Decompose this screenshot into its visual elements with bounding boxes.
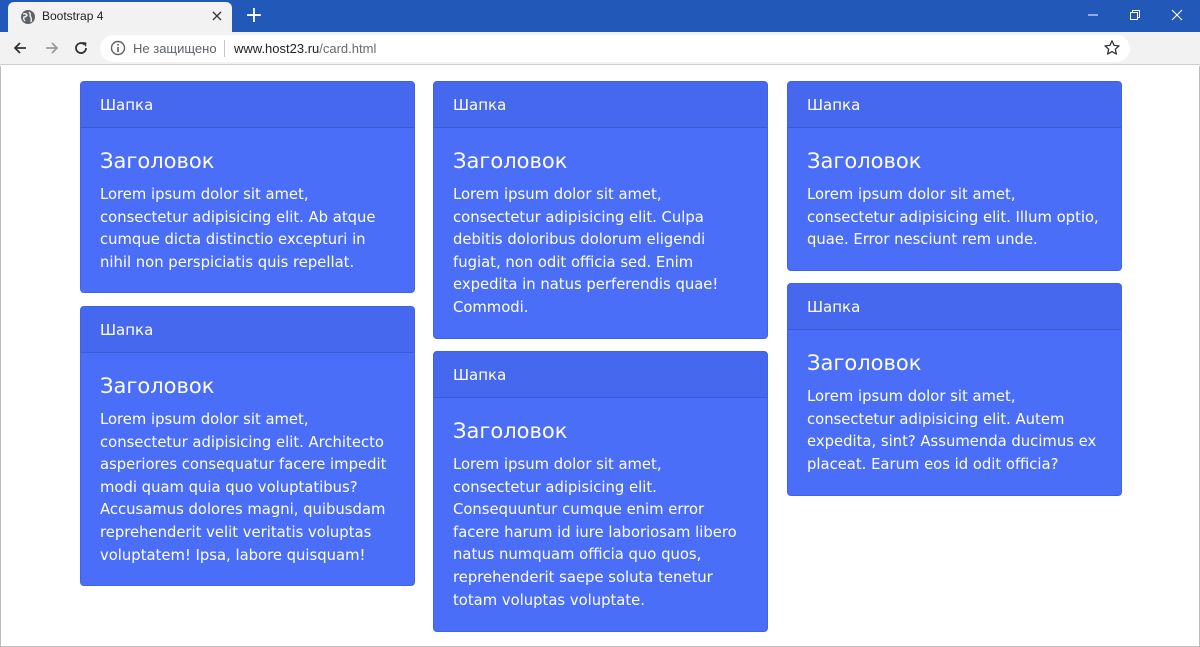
tab-close-icon[interactable]: × xyxy=(208,7,226,25)
card-title: Заголовок xyxy=(807,149,922,173)
arrow-left-icon xyxy=(13,42,26,54)
back-button[interactable] xyxy=(8,36,32,60)
globe-icon xyxy=(21,10,35,24)
card-text: Lorem ipsum dolor sit amet, consectetur … xyxy=(807,186,1099,249)
card-header: Шапка xyxy=(81,307,414,353)
arrow-right-icon xyxy=(46,42,59,54)
address-bar[interactable]: Не защищено www.host23.ru/card.html xyxy=(100,35,1130,62)
bookmark-star-icon[interactable] xyxy=(1103,39,1121,57)
card-body: Заголовок Lorem ipsum dolor sit amet, co… xyxy=(81,353,414,583)
title-bar: Bootstrap 4 × + xyxy=(0,0,1200,32)
browser-tab[interactable]: Bootstrap 4 × xyxy=(8,2,232,32)
card-title: Заголовок xyxy=(453,419,568,443)
card: Шапка Заголовок Lorem ipsum dolor sit am… xyxy=(80,306,415,586)
new-tab-button[interactable]: + xyxy=(242,4,266,28)
card-text: Lorem ipsum dolor sit amet, consectetur … xyxy=(453,186,719,316)
card-header: Шапка xyxy=(81,82,414,128)
card-title: Заголовок xyxy=(100,149,215,173)
card-text: Lorem ipsum dolor sit amet, consectetur … xyxy=(100,411,387,564)
page-viewport: Шапка Заголовок Lorem ipsum dolor sit am… xyxy=(0,66,1200,647)
card: Шапка Заголовок Lorem ipsum dolor sit am… xyxy=(80,81,415,293)
card: Шапка Заголовок Lorem ipsum dolor sit am… xyxy=(787,283,1122,496)
card: Шапка Заголовок Lorem ipsum dolor sit am… xyxy=(433,351,768,632)
card-body: Заголовок Lorem ipsum dolor sit amet, co… xyxy=(81,128,414,290)
info-icon[interactable] xyxy=(110,40,126,56)
card: Шапка Заголовок Lorem ipsum dolor sit am… xyxy=(433,81,768,339)
card: Шапка Заголовок Lorem ipsum dolor sit am… xyxy=(787,81,1122,271)
card-text: Lorem ipsum dolor sit amet, consectetur … xyxy=(100,186,376,271)
restore-icon xyxy=(1130,10,1140,20)
card-header: Шапка xyxy=(788,284,1121,330)
reload-button[interactable] xyxy=(69,36,93,60)
card-header: Шапка xyxy=(434,82,767,128)
forward-button[interactable] xyxy=(40,36,64,60)
omnibox-divider xyxy=(224,40,225,57)
url-text[interactable]: www.host23.ru/card.html xyxy=(234,41,376,56)
minimize-button[interactable] xyxy=(1070,0,1116,30)
close-icon xyxy=(1171,9,1183,21)
url-host: www.host23.ru xyxy=(234,41,320,56)
card-header: Шапка xyxy=(434,352,767,398)
close-window-button[interactable] xyxy=(1154,0,1200,30)
security-label[interactable]: Не защищено xyxy=(133,41,217,56)
card-text: Lorem ipsum dolor sit amet, consectetur … xyxy=(807,388,1097,473)
card-body: Заголовок Lorem ipsum dolor sit amet, co… xyxy=(788,330,1121,492)
card-body: Заголовок Lorem ipsum dolor sit amet, co… xyxy=(434,128,767,336)
tab-title: Bootstrap 4 xyxy=(42,9,104,23)
card-title: Заголовок xyxy=(100,374,215,398)
card-header: Шапка xyxy=(788,82,1121,128)
card-body: Заголовок Lorem ipsum dolor sit amet, co… xyxy=(434,398,767,628)
url-path: /card.html xyxy=(319,41,377,56)
card-title: Заголовок xyxy=(453,149,568,173)
restore-button[interactable] xyxy=(1112,0,1158,30)
minimize-icon xyxy=(1088,14,1098,16)
browser-toolbar: Не защищено www.host23.ru/card.html xyxy=(0,32,1200,89)
card-body: Заголовок Lorem ipsum dolor sit amet, co… xyxy=(788,128,1121,268)
card-text: Lorem ipsum dolor sit amet, consectetur … xyxy=(453,456,737,609)
card-title: Заголовок xyxy=(807,351,922,375)
reload-icon xyxy=(75,42,87,54)
